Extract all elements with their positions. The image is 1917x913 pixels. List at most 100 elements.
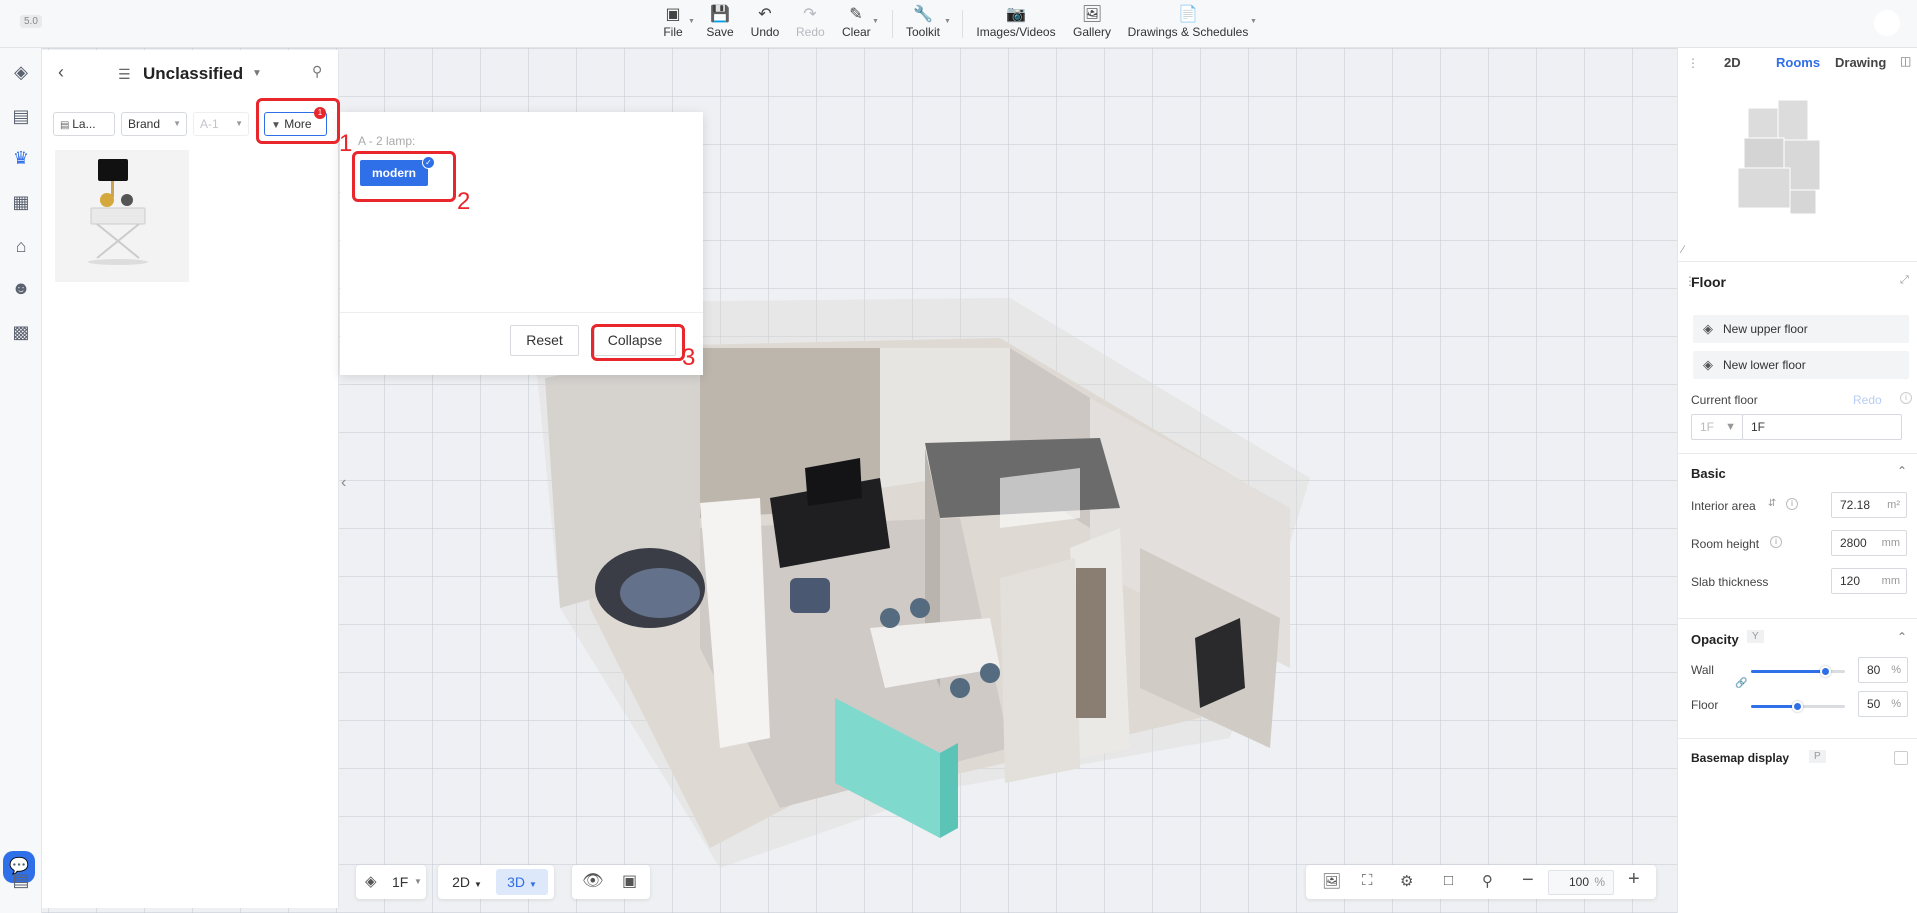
reset-button[interactable]: Reset [510, 325, 579, 356]
room-height-input[interactable]: 2800 mm [1831, 530, 1907, 556]
tab-drawing[interactable]: Drawing [1835, 55, 1886, 70]
sofa-icon[interactable]: ▤ [9, 104, 33, 128]
new-lower-floor-button[interactable]: ◈ New lower floor [1693, 351, 1909, 379]
slab-thickness-input[interactable]: 120 mm [1831, 568, 1907, 594]
toolkit-caret-icon[interactable]: ▼ [944, 18, 951, 25]
file-caret-icon[interactable]: ▼ [688, 18, 695, 25]
user-avatar[interactable] [1874, 10, 1900, 36]
drawings-schedules-button[interactable]: 📄 Drawings & Schedules [1127, 5, 1249, 43]
interior-area-label: Interior area [1691, 499, 1756, 513]
slab-thickness-label: Slab thickness [1691, 575, 1769, 589]
images-videos-button[interactable]: 📷 Images/Videos [975, 5, 1057, 43]
file-icon: ▣ [665, 6, 681, 23]
filter-group-label: A - 2 lamp: [358, 134, 416, 148]
gallery-button[interactable]: 🖼 Gallery [1072, 5, 1112, 43]
top-toolbar: 5.0 ▣ File ▼ 💾 Save ↶ Undo ↷ Redo ✎ Clea… [0, 0, 1917, 48]
caret-icon: ▼ [414, 877, 422, 886]
panel-toggle-icon[interactable]: ▤ [9, 868, 33, 892]
clear-button[interactable]: ✎ Clear [842, 5, 871, 43]
divider [1678, 261, 1917, 262]
back-arrow-icon[interactable]: ‹ [58, 62, 64, 83]
new-upper-floor-button[interactable]: ◈ New upper floor [1693, 315, 1909, 343]
wall-opacity-slider[interactable] [1751, 666, 1845, 677]
shortcut-key-badge: Y [1747, 630, 1764, 643]
floor-opacity-input[interactable]: 50% [1858, 691, 1908, 717]
floor-opacity-label: Floor [1691, 698, 1719, 712]
redo-button[interactable]: ↷ Redo [796, 5, 825, 43]
slider-thumb[interactable] [1820, 666, 1832, 677]
shortcut-key-badge: P [1809, 750, 1826, 763]
layout-filter[interactable]: ▤ La... [53, 112, 115, 136]
chevron-down-icon[interactable]: ▼ [252, 68, 262, 79]
resize-handle-icon[interactable]: ∕ [1682, 244, 1684, 256]
panel-collapse-arrow-icon[interactable]: ‹ [341, 474, 346, 492]
search-icon[interactable]: ⚲ [312, 63, 322, 80]
link-icon[interactable]: 🔗 [1735, 678, 1747, 689]
chevron-up-icon[interactable]: ⌃ [1897, 630, 1907, 644]
undo-icon: ↶ [758, 6, 772, 23]
zoom-in-icon[interactable]: + [1628, 868, 1640, 891]
crown-icon[interactable]: ♛ [9, 146, 33, 170]
floor-switcher[interactable]: ◈ 1F ▼ [356, 865, 426, 899]
annotation-box-more [256, 98, 340, 144]
door-frame-icon[interactable]: ▦ [9, 190, 33, 214]
basic-section-title: Basic [1691, 466, 1726, 481]
wall-opacity-input[interactable]: 80% [1858, 657, 1908, 683]
tab-rooms[interactable]: Rooms [1776, 55, 1820, 70]
caret-icon: ▼ [173, 119, 181, 128]
annotation-box-tag [352, 151, 456, 202]
image-icon[interactable]: 🖼 [1322, 872, 1341, 890]
person-icon[interactable]: ☻ [9, 276, 33, 300]
view-settings-icon[interactable]: ⚙ [1400, 872, 1413, 890]
zoom-region-icon[interactable]: ⚲ [1482, 872, 1493, 890]
sort-icon[interactable]: ⇵ [1768, 498, 1776, 509]
category-title[interactable]: Unclassified [143, 64, 243, 84]
divider [1678, 738, 1917, 739]
slider-thumb[interactable] [1792, 701, 1803, 712]
frame-select-icon[interactable]: ⛶ [1362, 872, 1373, 889]
cabinet-icon[interactable]: ▩ [9, 320, 33, 344]
clear-caret-icon[interactable]: ▼ [872, 18, 879, 25]
layers-icon: ◈ [365, 873, 377, 890]
file-menu-button[interactable]: ▣ File [660, 5, 686, 43]
expand-icon[interactable]: ⤢ [1900, 274, 1909, 287]
annotation-number-1: 1 [339, 130, 353, 157]
floor-name-input[interactable]: 1F [1742, 414, 1902, 440]
wall-opacity-label: Wall [1691, 663, 1714, 677]
toolkit-button[interactable]: 🔧 Toolkit [904, 5, 942, 43]
product-card-lamp[interactable] [55, 150, 189, 282]
right-property-panel: ⋮ 2D Rooms Drawing ◫ ∕ ⋮ Floor ⤢ ◈ New up… [1677, 48, 1917, 913]
popout-icon[interactable]: ◫ [1900, 54, 1911, 68]
slider-fill [1751, 705, 1798, 708]
drawings-caret-icon[interactable]: ▼ [1250, 18, 1257, 25]
chevron-up-icon[interactable]: ⌃ [1897, 464, 1907, 478]
save-button[interactable]: 💾 Save [706, 5, 734, 43]
eye-icon[interactable]: 👁 [582, 871, 604, 891]
area-filter[interactable]: A-1 ▼ [193, 112, 249, 136]
zoom-out-icon[interactable]: − [1522, 869, 1534, 892]
view-2d-button[interactable]: 2D ▼ [442, 869, 492, 895]
camera-icon: 📷 [1006, 6, 1026, 23]
tab-2d[interactable]: 2D [1724, 55, 1741, 70]
cube-icon[interactable]: ▣ [622, 871, 637, 891]
slider-fill [1751, 670, 1827, 673]
undo-button[interactable]: ↶ Undo [750, 5, 780, 43]
floor-select[interactable]: 1F ▼ [1691, 414, 1743, 440]
brand-filter[interactable]: Brand ▼ [121, 112, 187, 136]
version-badge: 5.0 [20, 15, 42, 28]
view-3d-button[interactable]: 3D ▼ [496, 869, 548, 895]
fit-view-icon[interactable]: □ [1444, 872, 1453, 889]
house-icon[interactable]: ⌂ [9, 234, 33, 258]
drag-handle-icon[interactable]: ⋮ [1687, 56, 1699, 70]
interior-area-input[interactable]: 72.18 m² [1831, 492, 1907, 518]
list-icon: ☰ [118, 66, 131, 82]
basemap-checkbox[interactable] [1894, 751, 1908, 765]
zoom-level-input[interactable]: 100 % [1548, 870, 1614, 895]
floor-plan-minimap[interactable] [1678, 78, 1917, 258]
redo-link[interactable]: Redo [1853, 393, 1882, 407]
annotation-box-collapse [591, 324, 685, 361]
caret-icon: ▼ [235, 119, 243, 128]
layers-icon[interactable]: ◈ [9, 60, 33, 84]
toolbar-divider [892, 10, 893, 38]
floor-opacity-slider[interactable] [1751, 701, 1845, 712]
